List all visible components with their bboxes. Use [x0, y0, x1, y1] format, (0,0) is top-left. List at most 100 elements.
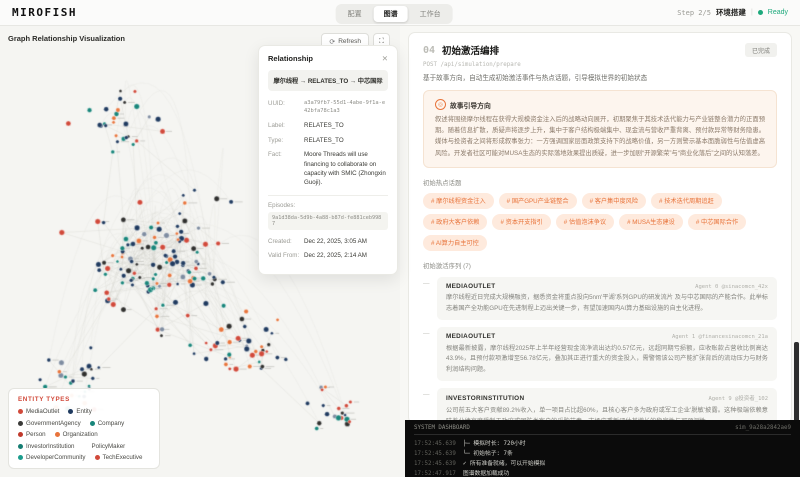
legend-dot-icon: [18, 455, 23, 460]
log-timestamp: 17:52:45.639: [414, 461, 456, 468]
topic-tag[interactable]: # MUSA生态建设: [619, 213, 683, 230]
close-icon[interactable]: ✕: [382, 55, 388, 63]
legend-dot-icon: [18, 409, 23, 414]
graph-panel-title: Graph Relationship Visualization: [8, 34, 125, 43]
log-timestamp: 17:52:47.917: [414, 471, 456, 477]
terminal-title: SYSTEM DASHBOARD: [414, 425, 470, 431]
agent-role: MEDIAOUTLET: [446, 333, 496, 341]
legend-item: TechExecutive: [94, 454, 143, 461]
label-value: RELATES_TO: [304, 121, 344, 129]
step-counter: Step 2/5: [677, 8, 711, 17]
legend-dot-icon: [54, 432, 60, 437]
topic-tag[interactable]: # 技术迭代周期追赶: [651, 192, 722, 209]
agent-role: INVESTORINSTITUTION: [446, 395, 525, 403]
terminal-log-line: 17:52:45.639 ├─ 模拟时长: 720小时: [414, 439, 791, 449]
legend-item: Person: [18, 431, 46, 438]
legend-item-label: PolicyMaker: [91, 442, 126, 450]
legend-item: Company: [89, 419, 125, 427]
completed-badge: 已完成: [744, 43, 777, 57]
log-message: ├─ 模拟时长: 720小时: [462, 441, 526, 447]
label-row: Label: RELATES_TO: [268, 121, 388, 130]
tab[interactable]: 工作台: [410, 6, 451, 22]
topic-tag[interactable]: # 中芯国际合作: [687, 213, 747, 230]
app-window: MIROFISH 配置 图谱 工作台 Step 2/5 环境搭建 | Ready…: [0, 0, 800, 477]
topic-tag[interactable]: # 国产GPU产业链整合: [498, 192, 577, 209]
api-endpoint: POST /api/simulation/prepare: [423, 62, 521, 68]
topic-tag[interactable]: # 摩尔线程资金注入: [423, 192, 494, 209]
legend-dot-icon: [68, 409, 74, 414]
topic-tag[interactable]: # 资本开支指引: [492, 213, 551, 230]
tab[interactable]: 配置: [338, 6, 372, 22]
story-box-title: 故事引导方向: [450, 102, 491, 110]
legend-dot-icon: [18, 443, 23, 449]
list-item: — MEDIAOUTLET Agent 1 @financesinacomcn_…: [423, 327, 777, 382]
card-divider: [268, 194, 388, 196]
agent-post-card[interactable]: INVESTORINSTITUTION Agent 9 @投资者_102 公司前…: [437, 388, 777, 423]
topic-tag[interactable]: # 政府大客户依赖: [423, 213, 488, 230]
agent-handle: Agent 9 @投资者_102: [708, 396, 768, 403]
target-icon: ◎: [435, 99, 446, 110]
step-name: 环境搭建: [715, 8, 746, 17]
legend-item-label: Entity: [76, 408, 92, 415]
refresh-label: Refresh: [338, 38, 361, 45]
legend-title: ENTITY TYPES: [18, 396, 70, 403]
legend-item-label: MediaOutlet: [26, 408, 60, 415]
uuid-label: UUID:: [268, 100, 285, 107]
legend-item: Entity: [68, 408, 92, 415]
step-title: 初始激活编排: [442, 46, 500, 57]
terminal-log-line: 17:52:45.639 └─ 初始帖子: 7条: [414, 449, 791, 459]
topic-tag[interactable]: # AI算力自主可控: [423, 234, 487, 251]
agent-handle: Agent 1 @financesinacomcn_21a: [671, 334, 768, 341]
ready-status-dot: [757, 10, 763, 15]
type-label: Type:: [268, 136, 284, 144]
list-item: — INVESTORINSTITUTION Agent 9 @投资者_102 公…: [423, 388, 777, 423]
relationship-path-pill: 摩尔线程 → RELATES_TO → 中芯国际: [268, 70, 388, 91]
legend-dot-icon: [84, 444, 89, 449]
topbar: MIROFISH 配置 图谱 工作台 Step 2/5 环境搭建 | Ready: [0, 0, 800, 26]
collapse-dash-icon[interactable]: —: [423, 330, 430, 337]
created-value: Dec 22, 2025, 3:05 AM: [304, 237, 367, 245]
story-box-text: 叙述将围绕摩尔线程在获得大规模资金注入后的战略动向展开，初期聚焦于其技术迭代能力…: [435, 116, 765, 157]
valid-from-row: Valid From: Dec 22, 2025, 2:14 AM: [268, 251, 388, 260]
created-label: Created:: [268, 237, 292, 245]
legend-item-label: TechExecutive: [102, 454, 143, 461]
legend-dot-icon: [94, 455, 100, 460]
legend-item-label: DeveloperCommunity: [26, 454, 86, 461]
topic-tag[interactable]: # 客户集中度风险: [581, 192, 647, 209]
terminal-log-line: 17:52:47.917 图谱数据加载成功: [414, 469, 791, 477]
divider: |: [750, 9, 753, 16]
step-number: 04: [423, 44, 436, 56]
status-area: Step 2/5 环境搭建 | Ready: [677, 7, 788, 18]
topic-tag[interactable]: # 估值泡沫争议: [555, 213, 615, 230]
relationship-card-title: Relationship: [268, 54, 314, 63]
log-timestamp: 17:52:45.639: [414, 451, 456, 458]
collapse-dash-icon[interactable]: —: [423, 391, 430, 398]
legend-item: InvestorInstitution: [18, 443, 75, 450]
log-message: └─ 初始帖子: 7条: [462, 451, 513, 458]
agent-post-card[interactable]: MEDIAOUTLET Agent 0 @sinacomcn_42x 摩尔线程近…: [437, 276, 777, 321]
fact-value: Moore Threads will use financing to coll…: [304, 151, 386, 187]
agent-post-text: 根据最新披露，摩尔线程2025年上半年经营现金流净流出达约0.57亿元，远超同期…: [446, 344, 768, 373]
agent-role: MEDIAOUTLET: [446, 282, 496, 290]
valid-from-value: Dec 22, 2025, 2:14 AM: [304, 252, 367, 260]
uuid-value: a3a79fb7-55d1-4abe-9f1a-e42bfa78c1a3: [304, 100, 386, 115]
tab[interactable]: 图谱: [373, 6, 408, 22]
label-label: Label:: [268, 121, 285, 129]
legend-item-label: Company: [97, 419, 125, 427]
legend-items: MediaOutlet Entity GovernmentAgency Comp…: [18, 408, 150, 461]
collapse-dash-icon[interactable]: —: [423, 280, 430, 287]
agent-post-card[interactable]: MEDIAOUTLET Agent 1 @financesinacomcn_21…: [437, 327, 777, 382]
type-value: RELATES_TO: [304, 136, 344, 144]
log-timestamp: 17:52:45.639: [414, 441, 456, 447]
log-message: ✓ 所有准备就绪，可以开始模拟: [462, 461, 546, 468]
created-row: Created: Dec 22, 2025, 3:05 AM: [268, 237, 388, 246]
type-row: Type: RELATES_TO: [268, 136, 388, 145]
legend-item-label: InvestorInstitution: [26, 442, 75, 450]
orchestration-panel: 04 初始激活编排 已完成 POST /api/simulation/prepa…: [400, 26, 800, 460]
valid-from-label: Valid From:: [268, 252, 300, 260]
story-direction-box: ◎ 故事引导方向 叙述将围绕摩尔线程在获得大规模资金注入后的战略动向展开，初期聚…: [423, 90, 777, 168]
legend-dot-icon: [18, 432, 23, 437]
main-tabs: 配置 图谱 工作台: [335, 4, 453, 24]
legend-dot-icon: [89, 420, 95, 426]
legend-item-label: Organization: [62, 431, 98, 438]
